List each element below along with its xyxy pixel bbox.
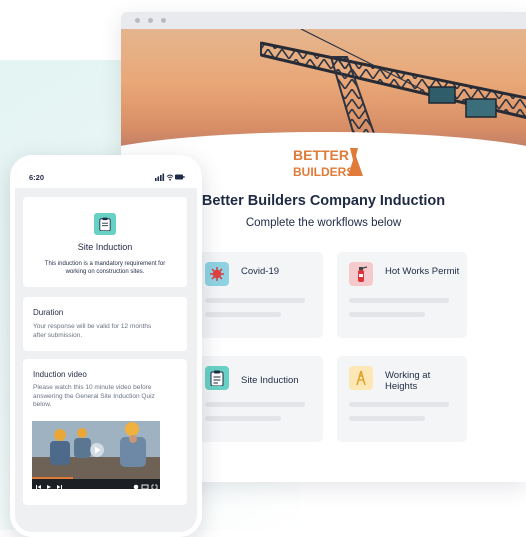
workflow-card-covid[interactable]: Covid-19 — [193, 252, 323, 338]
window-dot-icon[interactable] — [148, 18, 153, 23]
placeholder-line — [349, 298, 449, 303]
workflow-card-site-induction[interactable]: Site Induction — [193, 356, 323, 442]
status-time: 6:20 — [29, 173, 45, 182]
workflow-label: Hot Works Permit — [385, 266, 460, 277]
placeholder-line — [349, 416, 425, 421]
workflow-card-heights[interactable]: Working at Heights — [337, 356, 467, 442]
better-builders-logo: BETTER BUILDERS — [293, 146, 365, 180]
induction-card: Site Induction This induction is a manda… — [23, 197, 187, 287]
virus-icon — [205, 262, 229, 286]
browser-titlebar — [121, 12, 526, 29]
video-text: Please watch this 10 minute video before… — [33, 384, 155, 408]
duration-card: Duration Your response will be valid for… — [23, 297, 187, 351]
status-bar: 6:20 — [15, 160, 197, 188]
status-icons — [155, 173, 185, 181]
video-player[interactable] — [32, 421, 160, 489]
placeholder-line — [349, 312, 425, 317]
svg-text:BUILDERS: BUILDERS — [293, 165, 354, 179]
video-card: Induction video Please watch this 10 min… — [23, 359, 187, 505]
play-icon[interactable] — [90, 443, 104, 457]
window-dot-icon[interactable] — [135, 18, 140, 23]
video-title: Induction video — [33, 370, 87, 379]
placeholder-line — [205, 416, 281, 421]
duration-title: Duration — [33, 308, 64, 317]
placeholder-line — [205, 402, 305, 407]
duration-text: Your response will be valid for 12 month… — [33, 323, 152, 339]
ladder-icon — [349, 366, 373, 390]
hero-crane-image — [121, 29, 526, 159]
placeholder-line — [349, 402, 449, 407]
clipboard-icon — [94, 213, 116, 235]
induction-title: Site Induction — [77, 242, 133, 252]
induction-description: This induction is a mandatory requiremen… — [44, 261, 166, 275]
workflow-label: Covid-19 — [241, 266, 280, 277]
window-dot-icon[interactable] — [161, 18, 166, 23]
placeholder-line — [205, 312, 281, 317]
fire-extinguisher-icon — [349, 262, 373, 286]
phone-mockup: 6:20 Site Induction This induction is a … — [10, 155, 202, 537]
video-controls — [32, 479, 160, 489]
placeholder-line — [205, 298, 305, 303]
workflow-label: Working at Heights — [385, 370, 431, 392]
workflow-card-hot-works[interactable]: Hot Works Permit — [337, 252, 467, 338]
workflow-label: Site Induction — [241, 375, 299, 386]
svg-text:BETTER: BETTER — [293, 147, 349, 163]
clipboard-icon — [205, 366, 229, 390]
